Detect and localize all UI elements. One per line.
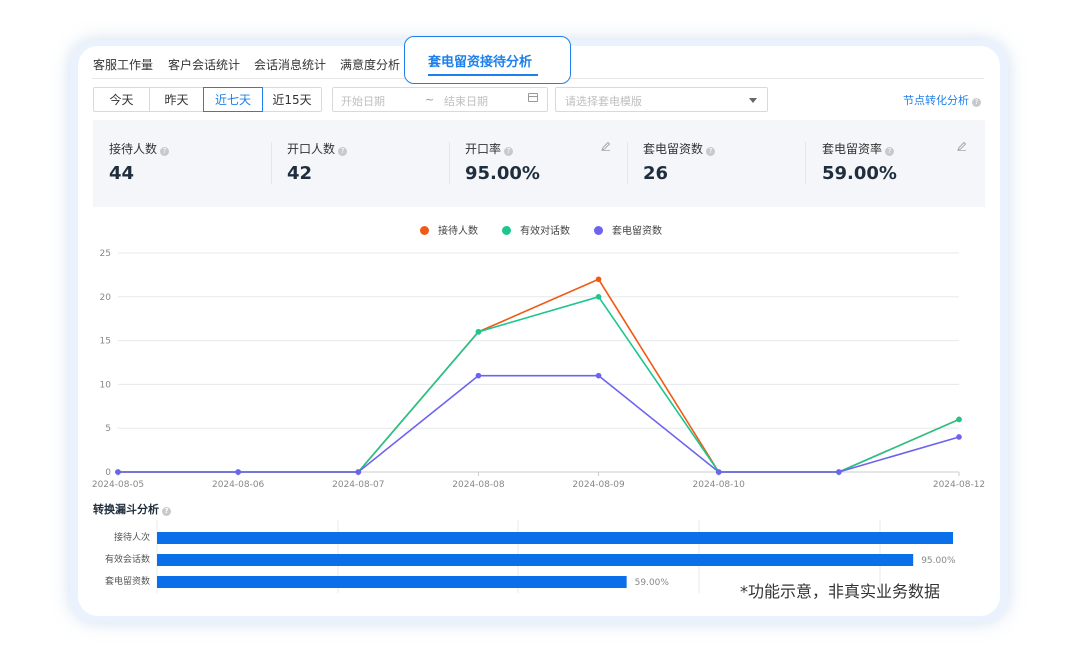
data-point	[235, 469, 241, 475]
series-line	[118, 374, 960, 473]
watermark-text: *功能示意，非真实业务数据	[740, 582, 941, 601]
data-point	[595, 372, 602, 379]
x-tick-label: 2024-08-06	[212, 480, 265, 490]
y-tick-label: 20	[100, 293, 112, 303]
funnel-bar	[157, 576, 627, 588]
data-point	[595, 276, 602, 283]
data-point	[475, 372, 482, 379]
x-tick-label: 2024-08-12	[933, 480, 985, 490]
y-tick-label: 25	[100, 249, 111, 259]
x-tick-label: 2024-08-05	[92, 480, 144, 490]
data-point	[595, 294, 602, 300]
data-point	[355, 469, 362, 475]
data-point	[475, 329, 482, 335]
data-point	[836, 469, 842, 475]
x-tick-label: 2024-08-10	[693, 480, 746, 490]
data-point	[715, 469, 722, 475]
funnel-bar	[157, 554, 914, 566]
data-point	[115, 469, 121, 475]
funnel-category-label: 套电留资数	[105, 575, 150, 587]
funnel-bar	[157, 532, 953, 544]
x-tick-label: 2024-08-09	[572, 480, 625, 490]
data-point	[956, 434, 962, 440]
range-7days-button[interactable]: 近七天	[203, 87, 263, 112]
y-tick-label: 10	[100, 380, 112, 390]
y-tick-label: 5	[105, 424, 111, 434]
funnel-category-label: 接待人次	[114, 531, 150, 543]
x-tick-label: 2024-08-07	[332, 480, 384, 490]
funnel-category-label: 有效会话数	[105, 553, 150, 565]
funnel-value-label: 95.00%	[921, 556, 956, 566]
data-point	[956, 416, 962, 423]
funnel-value-label: 59.00%	[635, 578, 670, 588]
y-tick-label: 0	[105, 468, 111, 478]
line-chart: 0 5 10 15 20 25 2024-08-05 2024-08-06 2024-08-07…	[92, 249, 985, 490]
x-tick-label: 2024-08-08	[452, 480, 505, 490]
y-tick-label: 15	[100, 337, 111, 347]
